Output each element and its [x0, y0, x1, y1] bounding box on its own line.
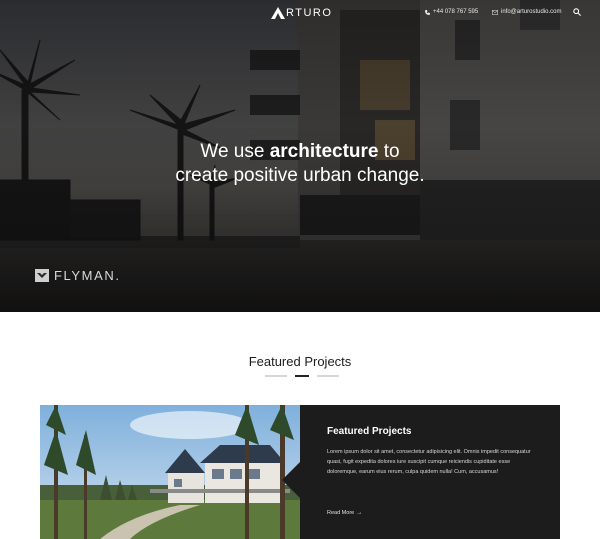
- slider-dot-1[interactable]: [265, 375, 287, 377]
- arturo-logo-mark-icon: [271, 7, 285, 19]
- arrow-right-icon: →: [356, 510, 363, 516]
- envelope-icon: [492, 9, 498, 15]
- contact-email[interactable]: info@arturostudio.com: [492, 9, 561, 15]
- hero-heading-mid: to: [378, 141, 400, 162]
- project-house-illustration: [40, 405, 300, 539]
- hero-heading-prefix: We use: [200, 141, 270, 162]
- hero-heading: We use architecture to create positive u…: [130, 140, 470, 188]
- slider-dot-3[interactable]: [317, 375, 339, 377]
- read-more-link[interactable]: Read More →: [327, 510, 362, 516]
- flyman-watermark: FLYMAN.: [35, 268, 121, 283]
- read-more-label: Read More: [327, 510, 355, 516]
- hero-section: RTURO +44 078 767 595 info@arturostudio.…: [0, 0, 600, 312]
- phone-icon: [425, 9, 430, 15]
- project-image[interactable]: [40, 405, 300, 539]
- site-logo[interactable]: RTURO: [271, 6, 332, 20]
- card-title: Featured Projects: [327, 426, 412, 437]
- card-description: Lorem ipsum dolor sit amet, consectetur …: [327, 449, 531, 475]
- slider-dots: [265, 375, 339, 377]
- logo-text: RTURO: [286, 7, 333, 19]
- hero-heading-line2: create positive urban change.: [175, 165, 425, 186]
- top-navigation-bar: RTURO +44 078 767 595 info@arturostudio.…: [0, 0, 600, 28]
- search-icon[interactable]: [573, 8, 581, 16]
- flyman-text: FLYMAN.: [54, 268, 121, 283]
- flyman-logo-icon: [35, 269, 49, 282]
- card-pointer-arrow: [282, 462, 300, 498]
- phone-number: +44 078 767 595: [433, 9, 479, 15]
- email-address: info@arturostudio.com: [501, 9, 562, 15]
- slider-dot-2-active[interactable]: [295, 375, 309, 377]
- hero-heading-bold: architecture: [269, 141, 379, 162]
- featured-section-title: Featured Projects: [248, 354, 352, 369]
- contact-phone[interactable]: +44 078 767 595: [425, 9, 478, 15]
